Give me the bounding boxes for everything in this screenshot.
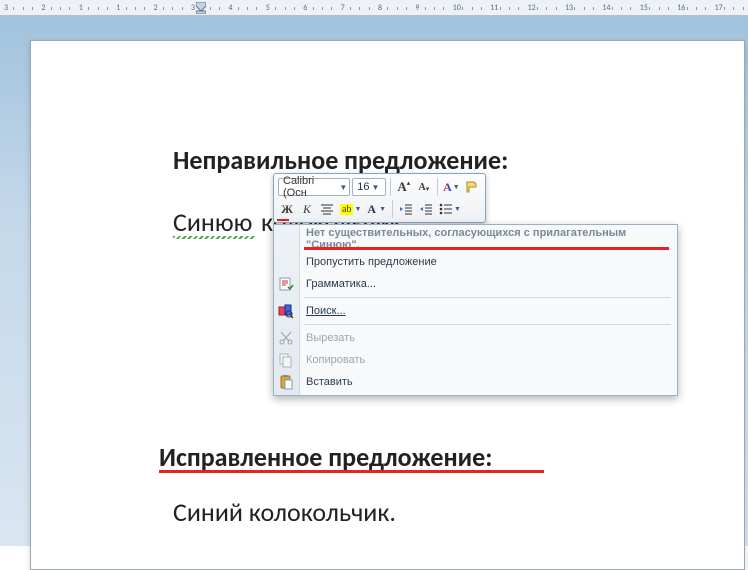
font-color-button[interactable]: A▼ xyxy=(365,200,388,218)
font-name-combo[interactable]: Calibri (Осн ▼ xyxy=(278,178,350,196)
grammar-item[interactable]: Грамматика... xyxy=(274,273,677,295)
skip-sentence-item[interactable]: Пропустить предложение xyxy=(274,251,677,273)
chevron-down-icon: ▼ xyxy=(369,183,379,192)
menu-label: Пропустить предложение xyxy=(306,256,437,268)
menu-label: Вставить xyxy=(306,376,353,388)
ruler-label: 3 xyxy=(4,3,8,13)
highlight-button[interactable]: ab▼ xyxy=(338,200,363,218)
ruler-label: 9 xyxy=(415,3,419,13)
grammar-squiggle xyxy=(173,236,255,239)
bullets-button[interactable]: ▼ xyxy=(437,200,463,218)
menu-label: Вырезать xyxy=(306,332,355,344)
chevron-down-icon: ▼ xyxy=(337,183,347,192)
ruler-label: 4 xyxy=(228,3,232,13)
menu-divider xyxy=(304,297,671,298)
heading-corrected: Исправленное предложение: xyxy=(159,441,492,473)
font-size-combo[interactable]: 16 ▼ xyxy=(352,178,386,196)
ruler-label: 6 xyxy=(303,3,307,13)
ruler-label: 8 xyxy=(378,3,382,13)
ruler-label: 14 xyxy=(602,3,610,13)
ruler-label: 2 xyxy=(41,3,45,13)
cut-item[interactable]: Вырезать xyxy=(274,327,677,349)
mini-format-toolbar: Calibri (Осн ▼ 16 ▼ A▴ A▾ A▼ Ж К ab▼ xyxy=(273,173,486,223)
shrink-font-button[interactable]: A▾ xyxy=(415,178,433,196)
grammar-context-menu: Нет существительных, согласующихся с при… xyxy=(273,224,678,396)
italic-button[interactable]: К xyxy=(298,200,316,218)
callout-underline-header xyxy=(304,247,669,250)
copy-item[interactable]: Копировать xyxy=(274,349,677,371)
bold-button[interactable]: Ж xyxy=(278,200,296,218)
ruler-label: 5 xyxy=(266,3,270,13)
grammar-icon xyxy=(278,276,294,292)
search-icon xyxy=(278,303,294,319)
decrease-indent-button[interactable] xyxy=(397,200,415,218)
ruler-label: 1 xyxy=(116,3,120,13)
separator xyxy=(392,200,393,218)
menu-label: Копировать xyxy=(306,354,365,366)
find-item[interactable]: Поиск... xyxy=(274,300,677,322)
corrected-line: Синий колокольчик. xyxy=(173,496,396,528)
ruler-label: 13 xyxy=(565,3,573,13)
format-painter-button[interactable] xyxy=(463,178,481,196)
ruler-label: 17 xyxy=(715,3,723,13)
callout-underline-heading xyxy=(159,470,544,473)
separator xyxy=(390,178,391,196)
grow-font-button[interactable]: A▴ xyxy=(395,178,413,196)
ruler-label: 10 xyxy=(453,3,461,13)
text-effects-button[interactable]: A▼ xyxy=(442,178,461,196)
ruler-label: 16 xyxy=(677,3,685,13)
ruler-label: 3 xyxy=(191,3,195,13)
ruler-label: 11 xyxy=(490,3,498,13)
align-center-button[interactable] xyxy=(318,200,336,218)
menu-label: Поиск... xyxy=(306,305,346,317)
ruler-label: 7 xyxy=(341,3,345,13)
ruler-label: 2 xyxy=(154,3,158,13)
ruler-label: 1 xyxy=(79,3,83,13)
increase-indent-button[interactable] xyxy=(417,200,435,218)
font-size-value: 16 xyxy=(357,181,369,193)
indent-marker[interactable] xyxy=(196,2,206,14)
separator xyxy=(437,178,438,196)
horizontal-ruler[interactable]: 3211234567891011121314151617 xyxy=(0,0,748,16)
menu-divider xyxy=(304,324,671,325)
menu-label: Грамматика... xyxy=(306,278,376,290)
ruler-label: 15 xyxy=(640,3,648,13)
paste-icon xyxy=(278,374,294,390)
font-name-value: Calibri (Осн xyxy=(283,175,337,199)
ruler-label: 12 xyxy=(528,3,536,13)
heading-incorrect: Неправильное предложение: xyxy=(173,144,508,176)
copy-icon xyxy=(278,352,294,368)
scissors-icon xyxy=(278,330,294,346)
paste-item[interactable]: Вставить xyxy=(274,371,677,393)
incorrect-word-1: Синюю xyxy=(173,206,252,238)
